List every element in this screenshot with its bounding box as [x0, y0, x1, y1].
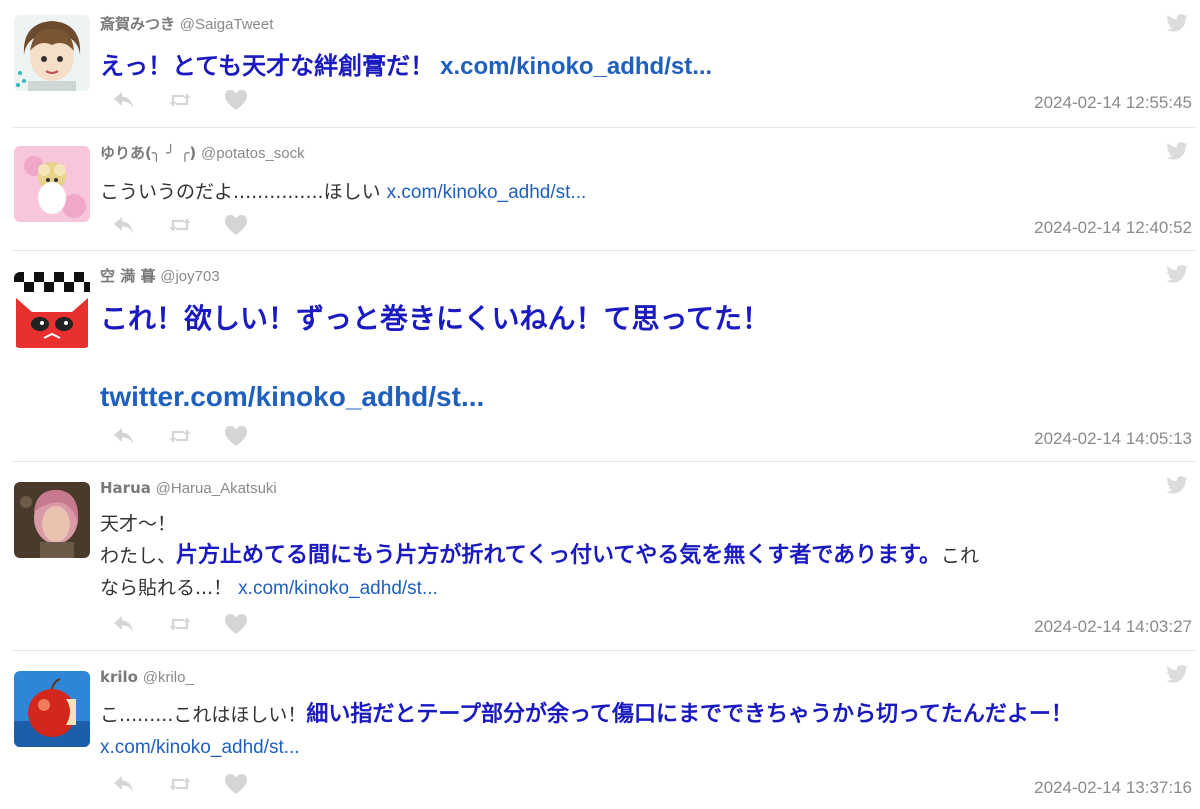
- avatar[interactable]: [14, 671, 90, 747]
- heart-icon[interactable]: [224, 425, 248, 447]
- tweet-text-emphasis: 片方止めてる間にもう片方が折れてくっ付いてやる気を無くす者であります。: [176, 543, 941, 568]
- user-handle[interactable]: @SaigaTweet: [180, 16, 274, 33]
- tweet-header: krilo @krilo_: [100, 667, 194, 688]
- tweet-text-emphasis: これ！欲しい！ずっと巻きにくいねん！て思ってた！: [100, 302, 771, 335]
- heart-icon[interactable]: [224, 214, 248, 236]
- timestamp[interactable]: 2024-02-14 13:37:16: [1034, 778, 1192, 798]
- user-handle[interactable]: @Harua_Akatsuki: [156, 480, 277, 497]
- retweet-icon[interactable]: [168, 214, 192, 236]
- avatar[interactable]: [14, 272, 90, 348]
- retweet-icon[interactable]: [168, 613, 192, 635]
- user-handle[interactable]: @krilo_: [143, 669, 194, 686]
- avatar[interactable]: [14, 15, 90, 91]
- user-name[interactable]: 斎賀みつき: [100, 15, 175, 33]
- tweet-text: こ.........これはほしい！細い指だとテープ部分が余って傷口にまでできちゃ…: [100, 699, 1178, 764]
- tweet-header: ゆりあ(╮ ╯ ╭) @potatos_sock: [100, 143, 305, 164]
- tweet-text: 天才〜！ わたし、片方止めてる間にもう片方が折れてくっ付いてやる気を無くす者であ…: [100, 508, 1178, 605]
- tweet-item: ゆりあ(╮ ╯ ╭) @potatos_sock こういうのだよ........…: [12, 128, 1196, 251]
- tweet-item: krilo @krilo_ こ.........これはほしい！細い指だとテープ部…: [12, 651, 1196, 809]
- twitter-bird-icon[interactable]: [1166, 665, 1188, 683]
- heart-icon[interactable]: [224, 773, 248, 795]
- twitter-bird-icon[interactable]: [1166, 476, 1188, 494]
- user-handle[interactable]: @joy703: [160, 268, 219, 285]
- heart-icon[interactable]: [224, 89, 248, 111]
- tweet-text-plain: こういうのだよ...............ほしい: [100, 181, 381, 203]
- reply-icon[interactable]: [112, 214, 136, 236]
- heart-icon[interactable]: [224, 613, 248, 635]
- reply-icon[interactable]: [112, 425, 136, 447]
- tweet-text-plain: わたし、: [100, 545, 177, 567]
- timestamp[interactable]: 2024-02-14 14:03:27: [1034, 617, 1192, 637]
- tweet-item: 斎賀みつき @SaigaTweet えっ！とても天才な絆創膏だ！ x.com/k…: [12, 0, 1196, 128]
- tweet-text-plain: こ.........これはほしい！: [100, 704, 307, 726]
- retweet-icon[interactable]: [168, 89, 192, 111]
- tweet-text-emphasis: 細い指だとテープ部分が余って傷口にまでできちゃうから切ってたんだよー！: [306, 702, 1073, 727]
- tweet-text-line: 天才〜！: [100, 513, 177, 535]
- user-name[interactable]: krilo: [100, 668, 138, 686]
- twitter-bird-icon[interactable]: [1166, 142, 1188, 160]
- tweet-item: 空 満 暮 @joy703 これ！欲しい！ずっと巻きにくいねん！て思ってた！ t…: [12, 251, 1196, 462]
- avatar[interactable]: [14, 146, 90, 222]
- tweet-link[interactable]: x.com/kinoko_adhd/st...: [238, 578, 438, 599]
- tweet-link[interactable]: x.com/kinoko_adhd/st...: [440, 53, 712, 80]
- tweet-link[interactable]: x.com/kinoko_adhd/st...: [100, 737, 300, 758]
- tweet-text: こういうのだよ...............ほしい x.com/kinoko_a…: [100, 176, 1178, 209]
- retweet-icon[interactable]: [168, 773, 192, 795]
- tweet-text-plain: これ: [940, 545, 979, 567]
- user-name[interactable]: Harua: [100, 479, 151, 497]
- user-handle[interactable]: @potatos_sock: [201, 145, 305, 162]
- retweet-icon[interactable]: [168, 425, 192, 447]
- timestamp[interactable]: 2024-02-14 14:05:13: [1034, 429, 1192, 449]
- reply-icon[interactable]: [112, 89, 136, 111]
- tweet-text: えっ！とても天才な絆創膏だ！ x.com/kinoko_adhd/st...: [100, 46, 1178, 88]
- timestamp[interactable]: 2024-02-14 12:40:52: [1034, 218, 1192, 238]
- twitter-bird-icon[interactable]: [1166, 265, 1188, 283]
- tweet-text: これ！欲しい！ずっと巻きにくいねん！て思ってた！ twitter.com/kin…: [100, 299, 1178, 417]
- tweet-header: Harua @Harua_Akatsuki: [100, 478, 277, 499]
- tweet-header: 空 満 暮 @joy703: [100, 266, 220, 287]
- timestamp[interactable]: 2024-02-14 12:55:45: [1034, 93, 1192, 113]
- tweet-text-plain: なら貼れる...！: [100, 577, 233, 599]
- tweet-link[interactable]: twitter.com/kinoko_adhd/st...: [100, 377, 1178, 417]
- tweet-item: Harua @Harua_Akatsuki 天才〜！ わたし、片方止めてる間にも…: [12, 462, 1196, 651]
- twitter-bird-icon[interactable]: [1166, 14, 1188, 32]
- user-name[interactable]: 空 満 暮: [100, 267, 155, 285]
- reply-icon[interactable]: [112, 773, 136, 795]
- user-name[interactable]: ゆりあ(╮ ╯ ╭): [100, 144, 196, 162]
- tweet-link[interactable]: x.com/kinoko_adhd/st...: [387, 182, 587, 203]
- tweet-text-emphasis: えっ！とても天才な絆創膏だ！: [100, 52, 435, 80]
- reply-icon[interactable]: [112, 613, 136, 635]
- tweet-header: 斎賀みつき @SaigaTweet: [100, 14, 273, 35]
- avatar[interactable]: [14, 482, 90, 558]
